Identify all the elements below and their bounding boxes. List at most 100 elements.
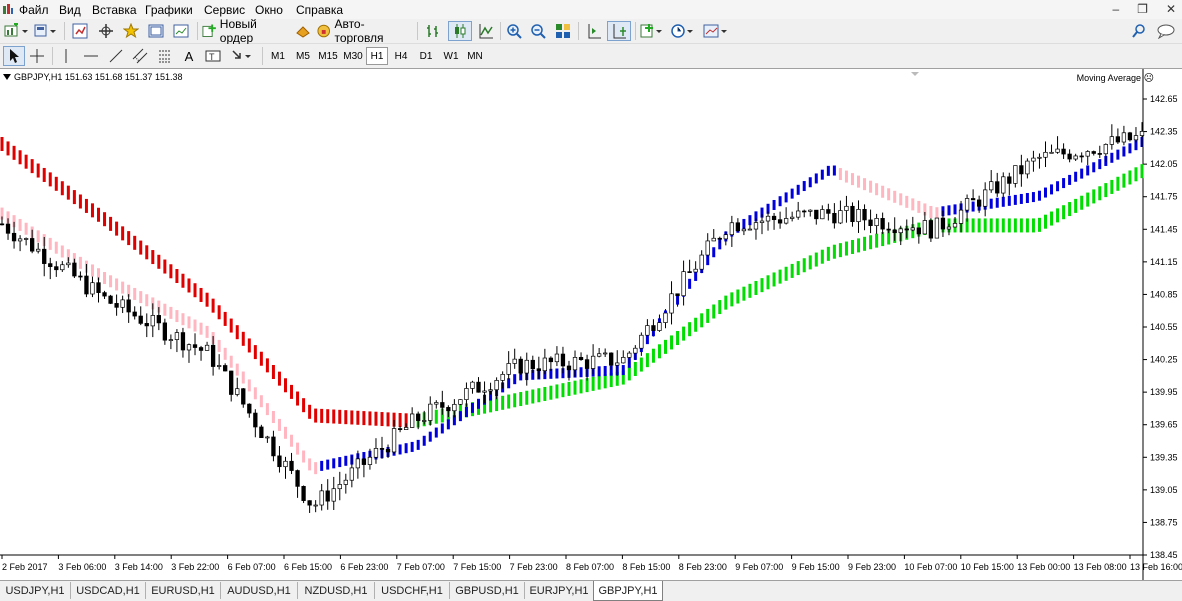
candle-body [259,426,264,438]
timeframe-h1[interactable]: H1 [366,47,388,65]
restore-icon[interactable]: ❐ [1137,2,1148,16]
ma-slow-bar [790,263,794,278]
tab-eurjpy[interactable]: EURJPY,H1 [525,582,594,599]
candlestick-chart-button[interactable] [448,21,472,41]
candle-body [132,311,137,317]
tab-usdjpy[interactable]: USDJPY,H1 [0,582,71,599]
candle-body [826,209,831,214]
candle-body [198,347,204,351]
chart-window[interactable]: GBPJPY,H1 151.63 151.68 151.37 151.38 Mo… [0,68,1182,580]
ma-slow-bar [344,410,348,425]
ma-fast-bar [115,278,119,291]
candle-body [36,248,41,252]
autoscroll-button[interactable] [607,21,631,41]
ma-slow-bar [706,308,710,323]
tab-gbpusd[interactable]: GBPUSD,H1 [450,582,525,599]
ma-fast-bar [48,237,52,250]
autotrading-button[interactable]: Авто-торговля [316,17,411,45]
candle-body [470,381,475,389]
favorites-button[interactable] [120,21,142,41]
tab-usdchf[interactable]: USDCHF,H1 [375,582,450,599]
chat-button[interactable] [1155,21,1177,41]
clock-icon [671,24,693,38]
ma-slow-bar [127,231,131,246]
ma-slow-bar [651,348,655,363]
tab-gbpjpy[interactable]: GBPJPY,H1 [593,581,663,601]
candle-body [1091,151,1096,154]
text-label-button[interactable]: T [203,46,223,66]
market-watch-button[interactable] [69,21,91,41]
ma-slow-bar [169,264,173,279]
close-icon[interactable]: ✕ [1166,2,1176,16]
tab-nzdusd[interactable]: NZDUSD,H1 [298,582,375,599]
crosshair-button[interactable] [27,46,47,66]
zoom-out-button[interactable] [528,21,548,41]
new-chart-button[interactable] [3,21,29,41]
candle-body [983,189,988,207]
zoom-in-button[interactable] [504,21,524,41]
fibonacci-button[interactable] [155,46,175,66]
menu-insert[interactable]: Вставка [92,3,137,17]
ma-slow-bar [374,411,378,426]
menu-view[interactable]: Вид [59,3,81,17]
arrows-button[interactable] [228,46,256,66]
vertical-line-button[interactable] [57,46,75,66]
cursor-button[interactable] [3,46,25,66]
tab-audusd[interactable]: AUDUSD,H1 [221,582,298,599]
menu-window[interactable]: Окно [255,3,283,17]
ma-slow-bar [826,246,830,261]
candle-body [355,458,361,469]
trendline-button[interactable] [106,46,126,66]
ma-slow-bar [1013,218,1017,233]
horizontal-line-button[interactable] [81,46,101,66]
timeframe-h4[interactable]: H4 [390,47,412,65]
ma-fast-bar [887,188,891,201]
timeframe-d1[interactable]: D1 [415,47,437,65]
templates-button[interactable] [702,21,730,41]
indicators-button[interactable] [639,21,665,41]
chart-shift-button[interactable] [583,21,605,41]
ma-slow-bar [603,374,607,389]
ma-fast-bar [169,306,173,319]
bar-chart-button[interactable] [422,21,444,41]
market-watch-icon [72,23,88,39]
terminal-button[interactable] [145,21,167,41]
tester-button[interactable] [170,21,192,41]
tab-usdcad[interactable]: USDCAD,H1 [71,582,146,599]
text-button[interactable]: A [180,46,198,66]
new-order-button[interactable]: Новый ордер [202,17,288,45]
navigator-button[interactable] [95,21,117,41]
periods-button[interactable] [670,21,696,41]
tab-eurusd[interactable]: EURUSD,H1 [146,582,221,599]
equidistant-channel-button[interactable] [130,46,150,66]
metaeditor-button[interactable] [293,21,313,41]
time-tick-label: 10 Feb 15:00 [961,562,1014,572]
minimize-icon[interactable]: – [1112,2,1119,16]
timeframe-m1[interactable]: M1 [267,47,289,65]
candle-body [856,209,861,223]
ma-slow-bar [1074,198,1078,213]
ma-fast-bar [857,175,861,188]
timeframe-mn[interactable]: MN [463,47,487,65]
timeframe-m30[interactable]: M30 [341,47,365,65]
ma-slow-bar [501,395,505,410]
candle-body [241,388,246,405]
menu-help[interactable]: Справка [296,3,343,17]
menu-file[interactable]: Файл [19,3,49,17]
timeframe-m15[interactable]: M15 [316,47,340,65]
ma-slow-bar [78,194,82,209]
search-button[interactable] [1131,21,1147,41]
candle-body [868,219,873,227]
candle-body [777,219,783,224]
menu-charts[interactable]: Графики [145,3,193,17]
candle-body [928,220,934,239]
ma-slow-bar [211,298,215,313]
tile-windows-button[interactable] [553,21,573,41]
line-chart-button[interactable] [475,21,497,41]
timeframe-w1[interactable]: W1 [440,47,462,65]
ma-slow-bar [6,141,10,156]
timeframe-m5[interactable]: M5 [292,47,314,65]
profiles-button[interactable] [33,21,59,41]
candle-body [223,365,228,372]
menu-tools[interactable]: Сервис [204,3,245,17]
